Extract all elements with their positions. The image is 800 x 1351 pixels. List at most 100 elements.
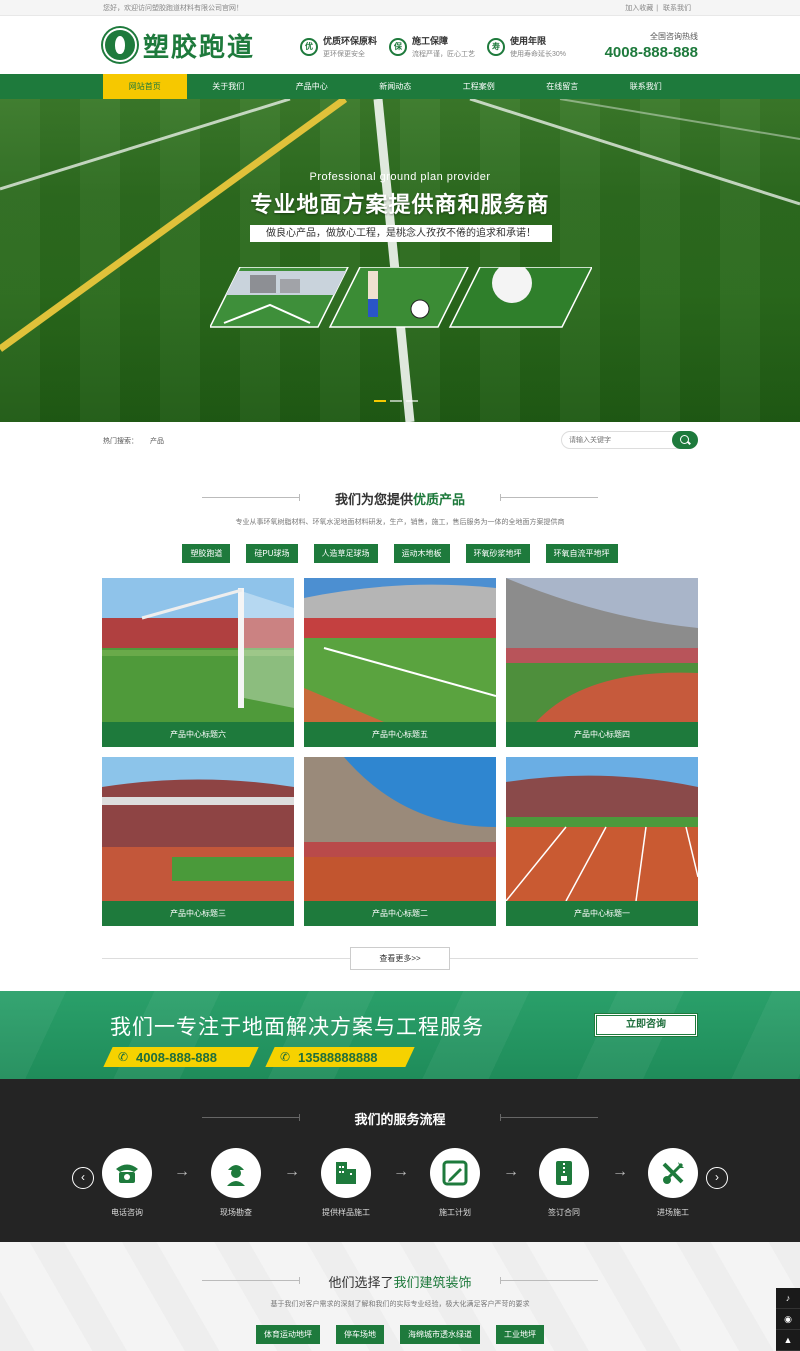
product-image [506,757,698,901]
nav-item-cases[interactable]: 工程案例 [437,74,521,99]
step-label: 签订合同 [548,1208,580,1217]
nav-item-message[interactable]: 在线留言 [521,74,605,99]
arrow-right-icon: → [503,1163,519,1180]
view-more-button[interactable]: 查看更多>> [350,947,450,970]
slide-indicators [374,400,418,402]
client-tags: 体育运动地坪 停车场地 海绵城市透水绿道 工业地坪 [0,1325,800,1344]
arrow-right-icon: → [284,1163,300,1180]
bookmark-link[interactable]: 加入收藏 [625,5,653,12]
tag-sponge-city[interactable]: 海绵城市透水绿道 [400,1325,480,1344]
product-card[interactable]: 产品中心标题三 [102,757,294,926]
tag-sports-floor[interactable]: 体育运动地坪 [256,1325,320,1344]
process-step: 提供样品施工 [301,1148,391,1218]
product-card[interactable]: 产品中心标题二 [304,757,496,926]
building-icon [336,1162,356,1184]
logo[interactable]: 塑胶跑道 [103,26,255,64]
product-tags: 塑胶跑道 硅PU球场 人造草足球场 运动木地板 环氧砂浆地坪 环氧自流平地坪 [0,544,800,563]
product-image [102,578,294,722]
product-card[interactable]: 产品中心标题六 [102,578,294,747]
service-process: 我们的服务流程 ‹ › 电话咨询 → 现场勘查 → 提供样品施工 → 施工计划 … [0,1079,800,1242]
feature-item: 保 施工保障 流程严谨，匠心工艺 [389,34,475,59]
product-caption: 产品中心标题五 [304,722,496,747]
nav-item-products[interactable]: 产品中心 [270,74,354,99]
tag-parking[interactable]: 停车场地 [336,1325,384,1344]
search-box [561,431,698,449]
tag-epoxy-mortar[interactable]: 环氧砂浆地坪 [465,544,530,563]
thumb-golf [448,267,592,328]
banner-thumbnails [210,267,592,328]
slide-dot[interactable] [374,400,386,402]
banner-subtitle: Professional ground plan provider [309,171,491,183]
slide-dot[interactable] [406,400,418,402]
process-step: 施工计划 [410,1148,500,1218]
nav-item-home[interactable]: 网站首页 [103,74,187,99]
header: 塑胶跑道 优 优质环保原料 更环保更安全 保 施工保障 流程严谨，匠心工艺 寿 … [0,16,800,74]
bell-icon[interactable]: ♪ [776,1288,800,1309]
product-caption: 产品中心标题三 [102,901,294,926]
step-label: 现场勘查 [220,1208,252,1217]
products-title: 我们为您提供优质产品 [334,492,466,507]
nav-item-about[interactable]: 关于我们 [187,74,271,99]
consult-button[interactable]: 立即咨询 [594,1013,698,1037]
tag-industrial[interactable]: 工业地坪 [496,1325,544,1344]
product-caption: 产品中心标题二 [304,901,496,926]
feature-title: 使用年限 [510,36,547,46]
tag-plastic-track[interactable]: 塑胶跑道 [182,544,231,563]
process-heading: 我们的服务流程 [0,1109,800,1128]
product-card[interactable]: 产品中心标题一 [506,757,698,926]
hotline-number[interactable]: 4008-888-888 [605,44,698,61]
back-to-top-icon[interactable]: ▲ [776,1330,800,1351]
logo-text: 塑胶跑道 [143,32,256,63]
arrow-right-icon: → [393,1163,409,1180]
search-input[interactable] [569,434,669,446]
hero-banner[interactable]: Professional ground plan provider 专业地面方案… [0,99,800,422]
search-icon[interactable] [672,431,698,449]
cta-mobile[interactable]: ✆ 13588888888 [265,1047,415,1067]
worker-icon [227,1165,245,1186]
slide-dot[interactable] [390,400,402,402]
thumb-stadium [210,267,349,328]
feature-item: 优 优质环保原料 更环保更安全 [300,34,377,59]
feature-sub: 流程严谨，匠心工艺 [412,51,476,58]
floating-toolbar: ♪ ◉ ▲ [776,1288,800,1351]
tag-wood-floor[interactable]: 运动木地板 [393,544,450,563]
guarantee-badge-icon: 保 [389,37,408,56]
wechat-icon[interactable]: ◉ [776,1309,800,1330]
nav-item-contact[interactable]: 联系我们 [604,74,688,99]
nav-item-news[interactable]: 新闻动态 [354,74,438,99]
step-label: 施工计划 [439,1208,471,1217]
product-image [102,757,294,901]
contact-link[interactable]: 联系我们 [663,5,691,12]
product-caption: 产品中心标题六 [102,722,294,747]
product-caption: 产品中心标题四 [506,722,698,747]
step-label: 提供样品施工 [322,1208,370,1217]
product-card[interactable]: 产品中心标题五 [304,578,496,747]
hotline: 全国咨询热线 4008-888-888 [605,31,698,61]
clients-title: 他们选择了我们建筑装饰 [328,1275,472,1290]
search-row: 热门搜索： 产品 [0,422,800,458]
cta-phone[interactable]: ✆ 4008-888-888 [103,1047,259,1067]
tag-turf[interactable]: 人造草足球场 [313,544,378,563]
cta-title: 我们一专注于地面解决方案与工程服务 [110,1016,484,1039]
lifespan-badge-icon: 寿 [487,37,506,56]
main-nav: 网站首页 关于我们 产品中心 新闻动态 工程案例 在线留言 联系我们 [0,74,800,99]
quality-badge-icon: 优 [300,37,318,56]
process-step: 电话咨询 [82,1148,172,1218]
feature-sub: 更环保更安全 [323,51,365,58]
arrow-right-icon: → [612,1163,628,1180]
hot-search-item[interactable]: 产品 [150,438,164,445]
hotline-label: 全国咨询热线 [650,32,698,41]
feature-title: 施工保障 [412,36,449,46]
thumb-football [328,267,469,328]
tag-epoxy-selflevel[interactable]: 环氧自流平地坪 [545,544,618,563]
product-image [506,578,698,722]
products-description: 专业从事环氧树脂材料、环氧水泥地面材料研发，生产，销售，施工，售后服务为一体的全… [235,519,565,526]
hot-search-label: 热门搜索： [103,438,138,445]
phone-icon [116,1164,138,1183]
banner-slogan: 做良心产品，做放心工程，是桃念人孜孜不倦的追求和承诺！ [250,225,552,242]
product-card[interactable]: 产品中心标题四 [506,578,698,747]
banner-headline: 专业地面方案提供商和服务商 [250,192,550,217]
product-caption: 产品中心标题一 [506,901,698,926]
tag-silicon-pu[interactable]: 硅PU球场 [246,544,298,563]
field-lines [0,99,800,422]
